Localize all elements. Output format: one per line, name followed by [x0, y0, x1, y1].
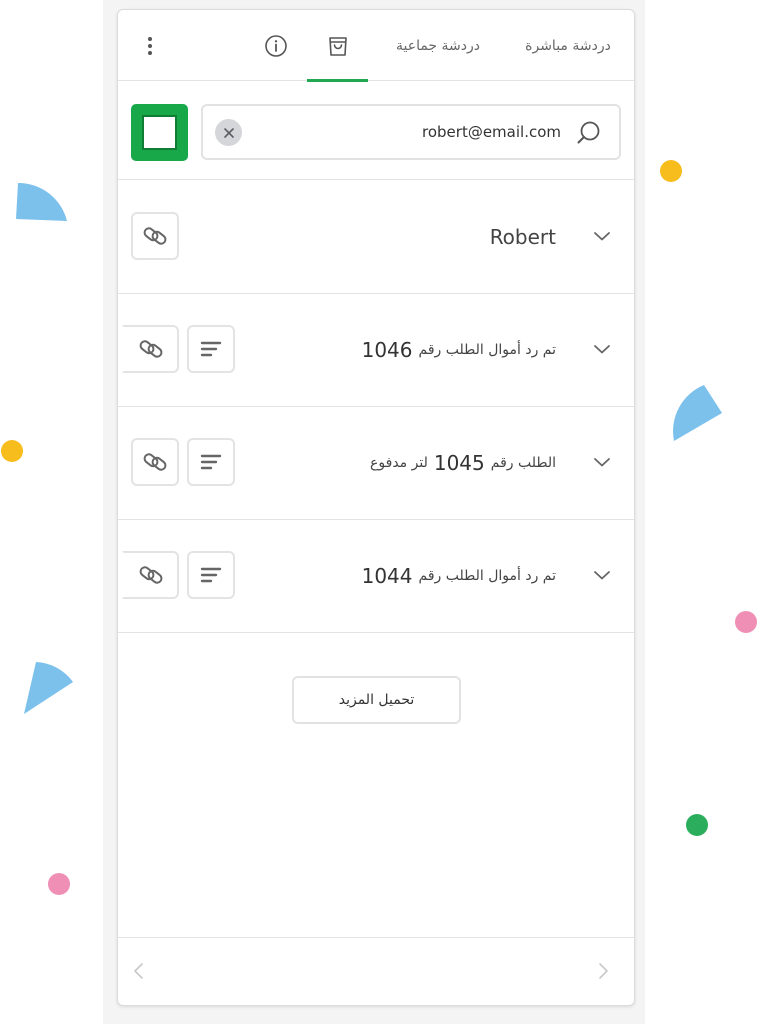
list-item-order[interactable]: تم رد أموال الطلب رقم 1046: [118, 294, 634, 407]
list-item-title: تم رد أموال الطلب رقم 1044: [356, 556, 556, 596]
chevron-down-icon[interactable]: [590, 450, 614, 474]
confetti-blue-quarter-circle: [673, 385, 722, 441]
square-icon: [142, 115, 177, 150]
link-icon: [143, 227, 167, 245]
search-input[interactable]: [251, 114, 561, 150]
list-item-title: Robert: [490, 217, 556, 257]
confetti-yellow-dot: [660, 160, 682, 182]
clear-search-button[interactable]: [215, 119, 242, 146]
order-label: الطلب رقم: [490, 455, 556, 471]
link-icon: [139, 340, 162, 358]
shopping-bag-icon: [328, 36, 347, 56]
search-icon[interactable]: [575, 119, 603, 147]
link-icon: [139, 566, 162, 584]
top-bar: دردشة جماعية دردشة مباشرة: [118, 10, 634, 82]
close-icon: [223, 127, 234, 138]
footer-nav: [118, 937, 634, 1005]
green-square-button[interactable]: [131, 104, 188, 161]
link-button[interactable]: [131, 212, 179, 260]
search-box: [201, 104, 621, 160]
confetti-yellow-dot: [1, 440, 23, 462]
link-button[interactable]: [131, 438, 179, 486]
text-lines-icon: [200, 567, 222, 583]
chevron-down-icon[interactable]: [590, 224, 614, 248]
tab-live-chat[interactable]: دردشة مباشرة: [516, 10, 620, 81]
link-icon: [143, 453, 167, 471]
details-button[interactable]: [187, 325, 235, 373]
text-lines-icon: [200, 454, 222, 470]
tab-info[interactable]: [258, 10, 294, 81]
details-button[interactable]: [187, 551, 235, 599]
confetti-pink-dot: [735, 611, 757, 633]
order-label: تم رد أموال الطلب رقم: [418, 342, 556, 358]
list-item-customer[interactable]: Robert: [118, 181, 634, 294]
confetti-blue-quarter-circle: [16, 182, 67, 221]
chevron-down-icon[interactable]: [590, 563, 614, 587]
list-item-title: تم رد أموال الطلب رقم 1046: [356, 330, 556, 370]
order-status: لتر مدفوع: [370, 455, 428, 471]
details-button[interactable]: [187, 438, 235, 486]
text-lines-icon: [200, 341, 222, 357]
order-label: تم رد أموال الطلب رقم: [418, 568, 556, 584]
order-number: 1044: [361, 564, 413, 588]
chevron-left-icon[interactable]: [128, 960, 150, 982]
confetti-green-dot: [686, 814, 708, 836]
list-item-title: الطلب رقم 1045 لتر مدفوع: [370, 443, 556, 483]
link-button[interactable]: [122, 325, 179, 373]
load-more-button[interactable]: تحميل المزيد: [292, 676, 461, 724]
order-number: 1045: [433, 451, 485, 475]
link-button[interactable]: [122, 551, 179, 599]
list-item-order[interactable]: الطلب رقم 1045 لتر مدفوع: [118, 407, 634, 520]
search-row: [118, 82, 634, 180]
order-number: 1046: [361, 338, 413, 362]
chevron-right-icon[interactable]: [592, 960, 614, 982]
chat-panel: دردشة جماعية دردشة مباشرة Ro: [117, 9, 635, 1006]
customer-name: Robert: [489, 225, 556, 249]
kebab-menu-icon[interactable]: [138, 34, 162, 58]
tab-group-chat[interactable]: دردشة جماعية: [390, 10, 486, 81]
tab-cart[interactable]: [307, 10, 368, 82]
chevron-down-icon[interactable]: [590, 337, 614, 361]
confetti-blue-quarter-circle: [24, 662, 73, 714]
confetti-pink-dot: [48, 873, 70, 895]
info-icon: [265, 34, 287, 57]
list-item-order[interactable]: تم رد أموال الطلب رقم 1044: [118, 520, 634, 633]
